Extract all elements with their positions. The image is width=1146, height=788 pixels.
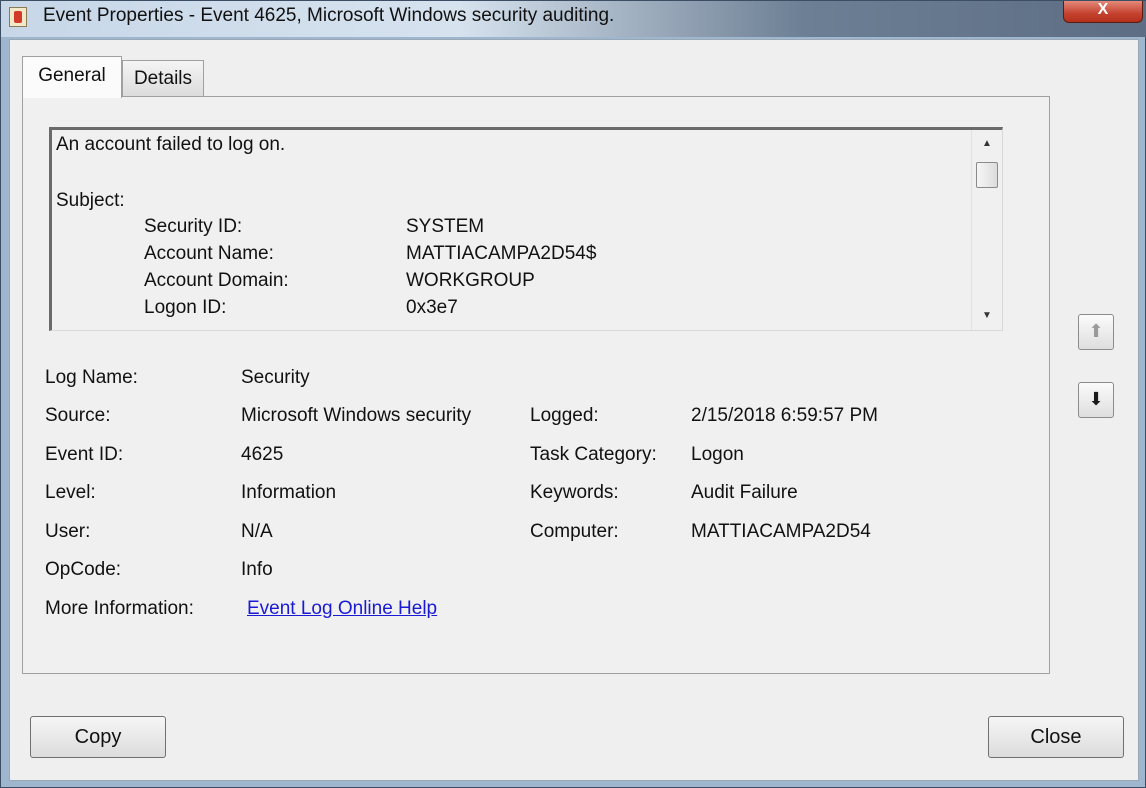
window-title: Event Properties - Event 4625, Microsoft… xyxy=(43,5,615,26)
subject-heading: Subject: xyxy=(56,190,125,211)
description-scrollbar[interactable]: ▲ ▼ xyxy=(971,130,1002,330)
level-value: Information xyxy=(241,482,337,503)
task-category-value: Logon xyxy=(691,444,744,465)
event-id-label: Event ID: xyxy=(45,444,124,465)
opcode-label: OpCode: xyxy=(45,559,122,580)
logon-id-value: 0x3e7 xyxy=(406,297,458,318)
copy-button[interactable]: Copy xyxy=(30,716,166,758)
description-intro: An account failed to log on. xyxy=(56,134,286,155)
account-domain-label: Account Domain: xyxy=(144,270,289,291)
logged-value: 2/15/2018 6:59:57 PM xyxy=(691,405,878,426)
keywords-label: Keywords: xyxy=(530,482,619,503)
user-label: User: xyxy=(45,521,91,542)
tab-general[interactable]: General xyxy=(22,56,122,98)
log-name-label: Log Name: xyxy=(45,367,138,388)
computer-value: MATTIACAMPA2D54 xyxy=(691,521,871,542)
task-category-label: Task Category: xyxy=(530,444,657,465)
event-description-box[interactable]: An account failed to log on. Subject: Se… xyxy=(49,127,1003,331)
event-id-value: 4625 xyxy=(241,444,284,465)
source-label: Source: xyxy=(45,405,111,426)
scroll-up-arrow-icon[interactable]: ▲ xyxy=(972,132,1002,156)
event-viewer-icon xyxy=(9,7,27,27)
opcode-value: Info xyxy=(241,559,273,580)
logged-label: Logged: xyxy=(530,405,599,426)
title-bar[interactable]: Event Properties - Event 4625, Microsoft… xyxy=(1,1,1146,37)
security-id-value: SYSTEM xyxy=(406,216,485,237)
scroll-thumb[interactable] xyxy=(976,162,998,188)
level-label: Level: xyxy=(45,482,96,503)
user-value: N/A xyxy=(241,521,273,542)
security-id-label: Security ID: xyxy=(144,216,243,237)
log-name-value: Security xyxy=(241,367,310,388)
logon-id-label: Logon ID: xyxy=(144,297,227,318)
keywords-value: Audit Failure xyxy=(691,482,798,503)
source-value: Microsoft Windows security xyxy=(241,405,472,426)
tab-details[interactable]: Details xyxy=(122,60,204,96)
arrow-up-icon: ⬆ xyxy=(1088,321,1104,341)
more-information-label: More Information: xyxy=(45,598,194,619)
window-close-button[interactable]: X xyxy=(1063,1,1143,23)
close-button[interactable]: Close xyxy=(988,716,1124,758)
account-name-value: MATTIACAMPA2D54$ xyxy=(406,243,597,264)
arrow-down-icon: ⬇ xyxy=(1088,389,1104,409)
event-log-online-help-link[interactable]: Event Log Online Help xyxy=(247,598,437,620)
previous-event-button[interactable]: ⬆ xyxy=(1078,314,1114,350)
computer-label: Computer: xyxy=(530,521,619,542)
account-domain-value: WORKGROUP xyxy=(406,270,535,291)
next-event-button[interactable]: ⬇ xyxy=(1078,382,1114,418)
general-tab-panel: An account failed to log on. Subject: Se… xyxy=(22,96,1050,674)
account-name-label: Account Name: xyxy=(144,243,274,264)
dialog-client-area: General Details An account failed to log… xyxy=(9,39,1139,781)
event-properties-window: Event Properties - Event 4625, Microsoft… xyxy=(0,0,1146,788)
scroll-down-arrow-icon[interactable]: ▼ xyxy=(972,304,1002,328)
